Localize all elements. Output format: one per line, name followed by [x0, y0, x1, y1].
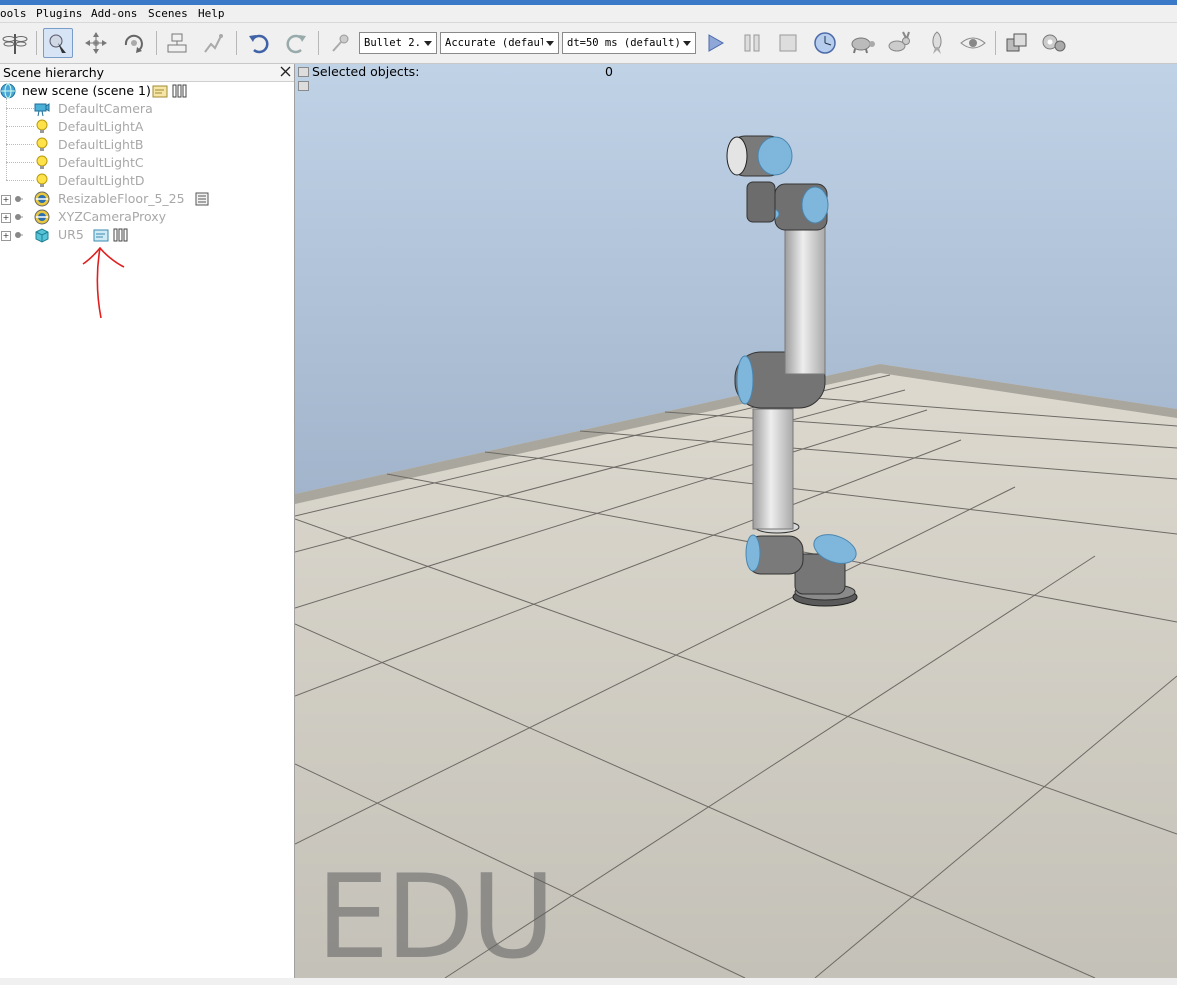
viewport-collapse-button[interactable] [298, 67, 309, 77]
expand-icon[interactable]: + [1, 231, 11, 241]
selection-count: 0 [605, 64, 613, 79]
timestep-value: dt=50 ms (default) [567, 37, 681, 49]
globe-icon [0, 83, 16, 99]
menu-tools[interactable]: ools [0, 7, 27, 20]
model-icon [34, 191, 50, 207]
chevron-down-icon [683, 41, 691, 46]
chevron-down-icon [424, 41, 432, 46]
rabbit-icon[interactable] [884, 28, 914, 58]
accuracy-select[interactable]: Accurate (defaul [440, 32, 559, 54]
model-icon [34, 209, 50, 225]
play-icon[interactable] [700, 28, 730, 58]
tree-item-label: new scene (scene 1) [22, 83, 151, 98]
3d-scene[interactable] [295, 64, 1177, 978]
close-icon[interactable] [279, 65, 292, 78]
shape-cube-icon [35, 228, 49, 243]
panel-title: Scene hierarchy [3, 65, 105, 80]
tree-item-label: DefaultLightD [58, 173, 145, 188]
visibility-dot-icon[interactable] [13, 191, 23, 207]
toolbar-separator [236, 31, 237, 55]
accuracy-value: Accurate (defaul [445, 37, 543, 49]
physics-engine-select[interactable]: Bullet 2. [359, 32, 437, 54]
timestep-select[interactable]: dt=50 ms (default) [562, 32, 696, 54]
toolbar-separator [318, 31, 319, 55]
dragonfly-icon[interactable] [0, 28, 30, 58]
edu-watermark: EDU [316, 850, 556, 985]
scene-hierarchy-panel: Scene hierarchy new scene (scene 1) Defa… [0, 64, 295, 978]
tree-item-scene[interactable]: new scene (scene 1) [0, 82, 294, 100]
selection-label: Selected objects: [312, 64, 420, 79]
viewport-option-button[interactable] [298, 81, 309, 91]
tree-item-defaultlightc[interactable]: DefaultLightC [0, 154, 294, 172]
light-bulb-icon [36, 173, 48, 187]
probe-icon[interactable] [326, 28, 356, 58]
menu-help[interactable]: Help [198, 7, 225, 20]
toolbar-separator [156, 31, 157, 55]
toolbar-separator [36, 31, 37, 55]
disassemble-icon[interactable] [199, 28, 229, 58]
gears-icon[interactable] [1039, 28, 1069, 58]
selection-status: Selected objects: 0 [312, 64, 613, 79]
customization-script-icon[interactable] [113, 227, 129, 243]
toolbar-separator [995, 31, 996, 55]
menu-addons[interactable]: Add-ons [91, 7, 137, 20]
rocket-icon[interactable] [922, 28, 952, 58]
panel-header: Scene hierarchy [0, 64, 294, 82]
pointer-icon[interactable] [43, 28, 73, 58]
tree-item-defaultcamera[interactable]: DefaultCamera [0, 100, 294, 118]
pause-icon[interactable] [737, 28, 767, 58]
menu-scenes[interactable]: Scenes [148, 7, 188, 20]
tree-item-defaultlightd[interactable]: DefaultLightD [0, 172, 294, 190]
tree-item-label: DefaultLightC [58, 155, 144, 170]
tree-item-label: ResizableFloor_5_25 [58, 191, 185, 206]
visibility-dot-icon[interactable] [13, 227, 23, 243]
tree-item-label: DefaultLightB [58, 137, 144, 152]
expand-icon[interactable]: + [1, 213, 11, 223]
camera-icon [34, 103, 50, 117]
tree-item-resizablefloor[interactable]: + ResizableFloor_5_25 [0, 190, 294, 208]
tree-item-defaultlighta[interactable]: DefaultLightA [0, 118, 294, 136]
tree-item-xyzcameraproxy[interactable]: + XYZCameraProxy [0, 208, 294, 226]
assemble-icon[interactable] [162, 28, 192, 58]
chevron-down-icon [546, 41, 554, 46]
stop-icon[interactable] [773, 28, 803, 58]
tree-item-ur5[interactable]: + UR5 [0, 226, 294, 244]
tree-item-label: DefaultCamera [58, 101, 153, 116]
script-icon[interactable] [152, 83, 168, 99]
expand-icon[interactable]: + [1, 195, 11, 205]
move-icon[interactable] [81, 28, 111, 58]
physics-engine-value: Bullet 2. [364, 37, 421, 49]
realtime-icon[interactable] [810, 28, 840, 58]
light-bulb-icon [36, 155, 48, 169]
light-bulb-icon [36, 137, 48, 151]
light-bulb-icon [36, 119, 48, 133]
rotate-icon[interactable] [119, 28, 149, 58]
visibility-dot-icon[interactable] [13, 209, 23, 225]
layers-icon[interactable] [1002, 28, 1032, 58]
main-toolbar: Bullet 2. Accurate (defaul dt=50 ms (def… [0, 23, 1177, 64]
annotation-arrow-icon [82, 246, 125, 319]
customization-script-icon[interactable] [172, 83, 188, 99]
redo-icon[interactable] [281, 28, 311, 58]
turtle-icon[interactable] [847, 28, 877, 58]
document-icon[interactable] [194, 191, 210, 207]
scene-viewport[interactable] [295, 64, 1177, 978]
menu-bar: ools Plugins Add-ons Scenes Help [0, 5, 1177, 23]
menu-plugins[interactable]: Plugins [36, 7, 82, 20]
tree-item-label: XYZCameraProxy [58, 209, 167, 224]
tree-item-defaultlightb[interactable]: DefaultLightB [0, 136, 294, 154]
eye-icon[interactable] [958, 28, 988, 58]
script-icon[interactable] [93, 227, 109, 243]
undo-icon[interactable] [244, 28, 274, 58]
tree-item-label: DefaultLightA [58, 119, 144, 134]
